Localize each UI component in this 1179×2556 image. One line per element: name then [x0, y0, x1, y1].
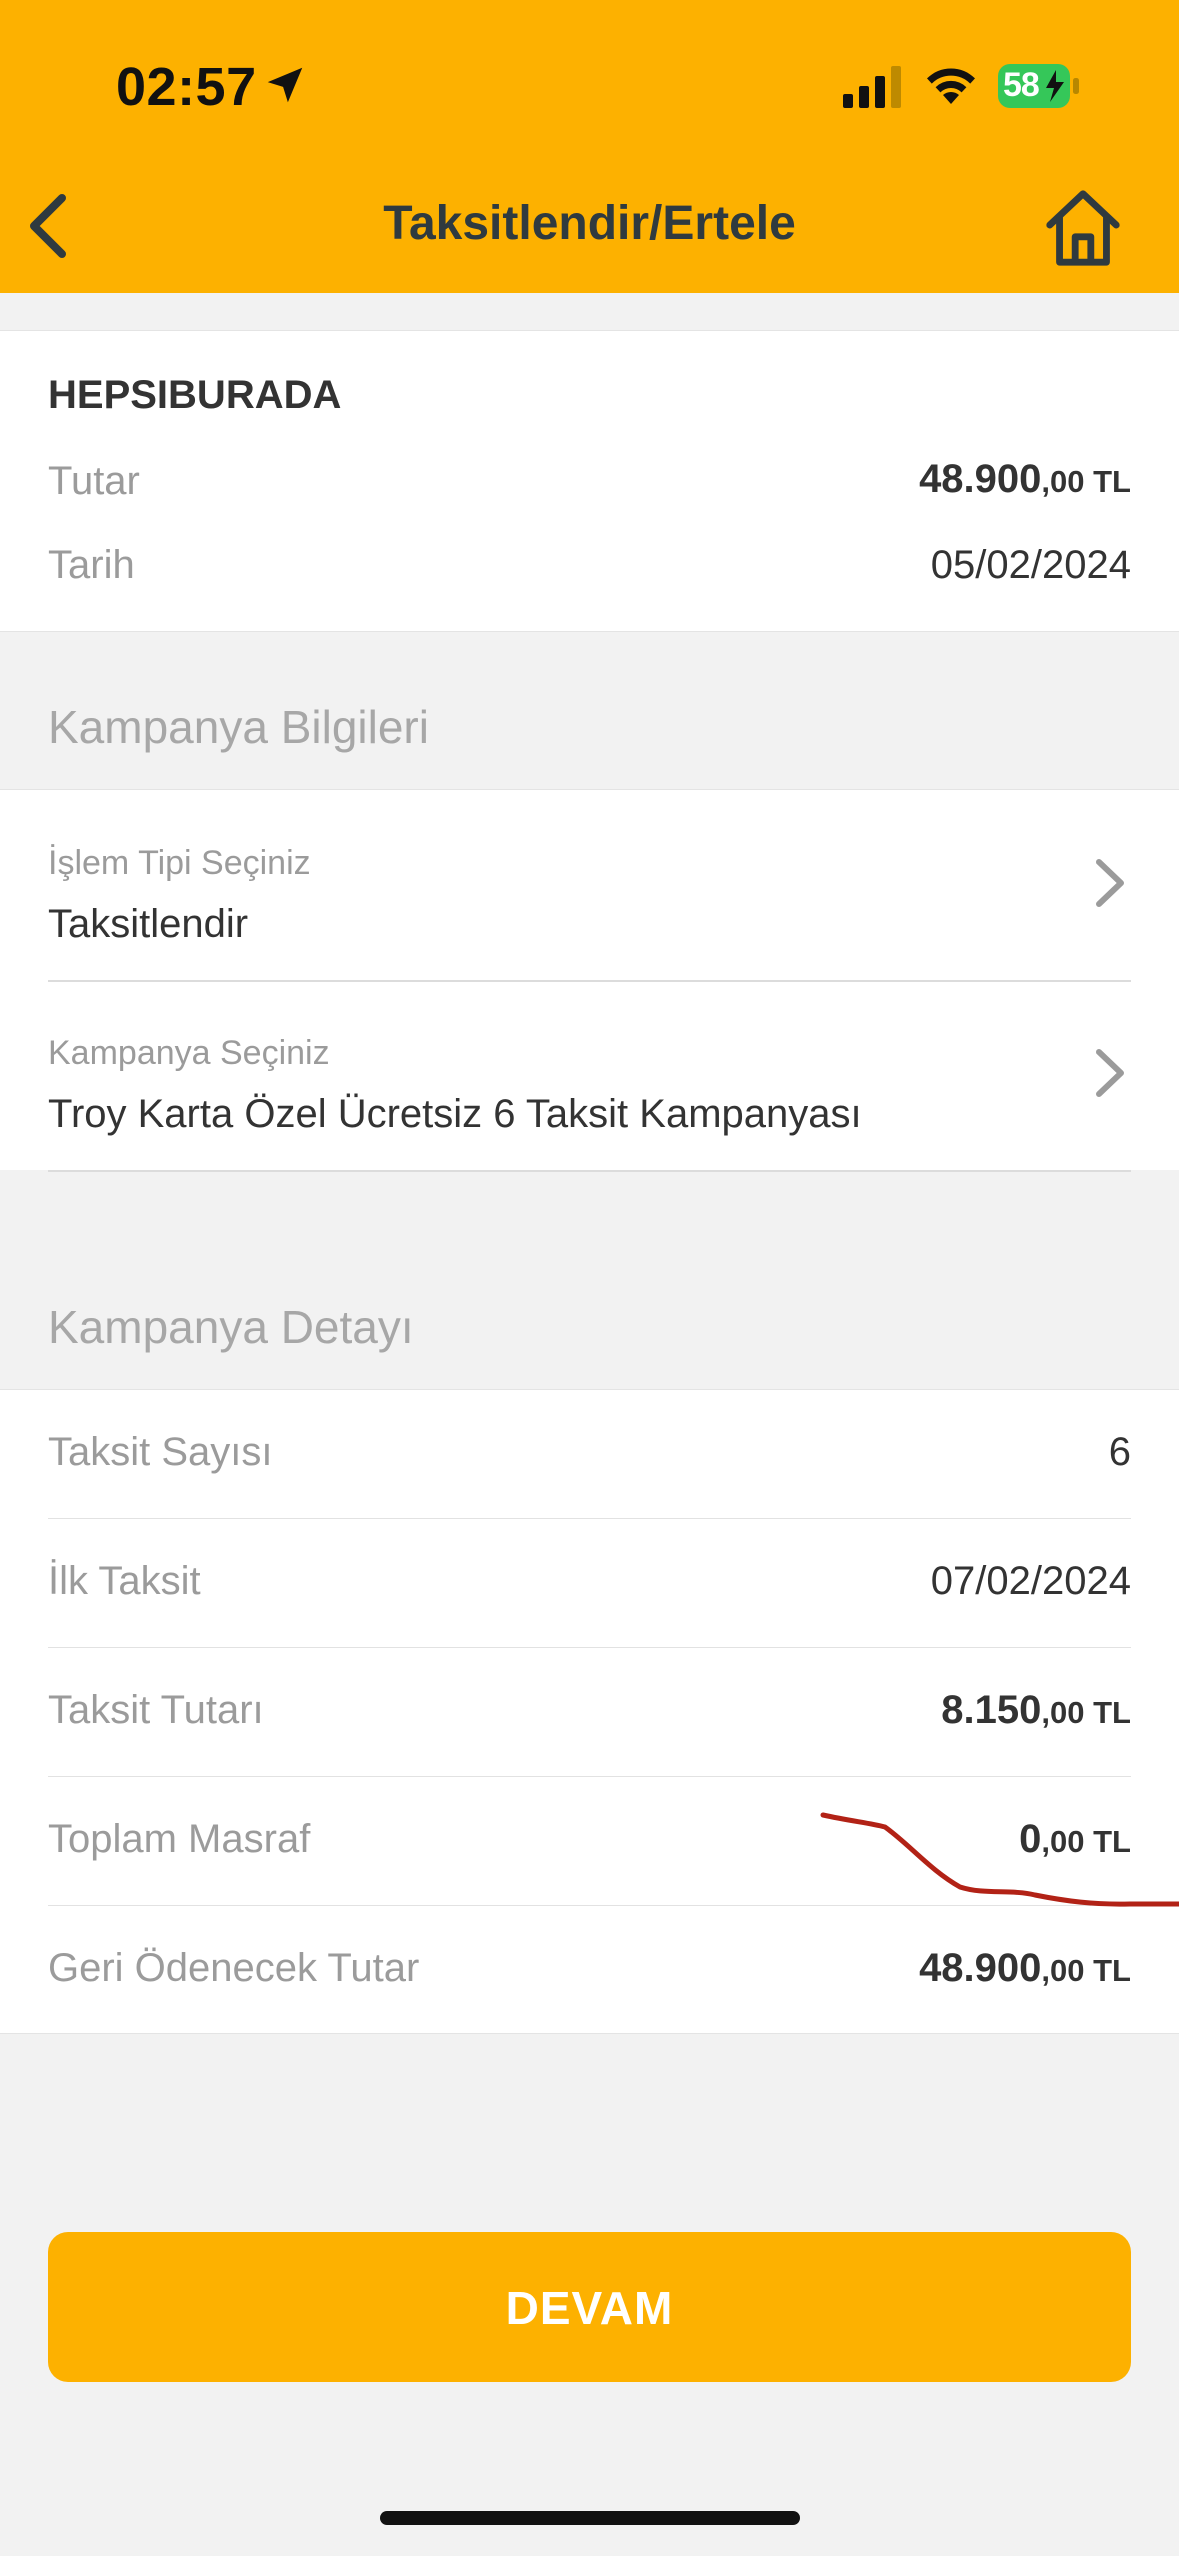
page-title: Taksitlendir/Ertele	[383, 197, 796, 250]
campaign-detail-title: Kampanya Detayı	[48, 1301, 414, 1353]
detail-row-repayment-total: Geri Ödenecek Tutar 48.900,00 TL	[48, 1906, 1131, 2034]
total-fee-label: Toplam Masraf	[48, 1817, 311, 1861]
amount-main: 48.900	[919, 457, 1042, 501]
repayment-total-main: 48.900	[919, 1946, 1042, 1990]
red-scribble-annotation	[820, 1812, 1179, 1907]
detail-row-installment-amount: Taksit Tutarı 8.150,00 TL	[48, 1648, 1131, 1777]
location-arrow-icon	[267, 67, 303, 103]
chevron-right-icon	[1096, 1049, 1124, 1097]
battery-level: 58	[1003, 66, 1040, 104]
campaign-value: Troy Karta Özel Ücretsiz 6 Taksit Kampan…	[48, 1092, 862, 1136]
campaign-detail-card: Taksit Sayısı 6 İlk Taksit 07/02/2024 Ta…	[0, 1389, 1179, 2034]
first-installment-label: İlk Taksit	[48, 1559, 201, 1603]
installment-count-label: Taksit Sayısı	[48, 1430, 273, 1474]
campaign-select[interactable]: Kampanya Seçiniz Troy Karta Özel Ücretsi…	[48, 980, 1131, 1172]
amount-value: 48.900,00 TL	[919, 457, 1131, 502]
transaction-card: HEPSIBURADA Tutar 48.900,00 TL Tarih 05/…	[0, 330, 1179, 632]
campaign-info-card: İşlem Tipi Seçiniz Taksitlendir Kampanya…	[0, 789, 1179, 1172]
detail-row-first-installment: İlk Taksit 07/02/2024	[48, 1519, 1131, 1648]
date-label: Tarih	[48, 543, 135, 587]
installment-amount-main: 8.150	[941, 1688, 1042, 1732]
continue-button[interactable]: DEVAM	[48, 2232, 1131, 2382]
detail-row-installment-count: Taksit Sayısı 6	[48, 1390, 1131, 1519]
installment-amount-cents: ,00 TL	[1041, 1695, 1131, 1730]
amount-label: Tutar	[48, 459, 140, 503]
amount-cents: ,00 TL	[1041, 464, 1131, 499]
status-time: 02:57	[116, 57, 257, 117]
home-indicator	[380, 2511, 800, 2525]
merchant-name: HEPSIBURADA	[48, 373, 342, 417]
operation-type-label: İşlem Tipi Seçiniz	[48, 844, 311, 882]
repayment-total-cents: ,00 TL	[1041, 1953, 1131, 1988]
operation-type-value: Taksitlendir	[48, 902, 249, 946]
first-installment-value: 07/02/2024	[930, 1559, 1131, 1603]
repayment-total-label: Geri Ödenecek Tutar	[48, 1946, 420, 1990]
home-icon[interactable]	[1040, 184, 1126, 270]
wifi-icon	[927, 68, 975, 104]
installment-amount-label: Taksit Tutarı	[48, 1688, 264, 1732]
cellular-signal-icon	[843, 66, 901, 108]
repayment-total-value: 48.900,00 TL	[919, 1946, 1131, 1991]
operation-type-select[interactable]: İşlem Tipi Seçiniz Taksitlendir	[48, 790, 1131, 982]
date-value: 05/02/2024	[930, 543, 1131, 587]
campaign-info-title: Kampanya Bilgileri	[48, 701, 429, 753]
installment-count-value: 6	[1108, 1430, 1131, 1474]
campaign-label: Kampanya Seçiniz	[48, 1034, 330, 1072]
installment-amount-value: 8.150,00 TL	[941, 1688, 1131, 1733]
chevron-right-icon	[1096, 859, 1124, 907]
app-header: 02:57 58 Taksitlendir/Ertele	[0, 0, 1179, 293]
